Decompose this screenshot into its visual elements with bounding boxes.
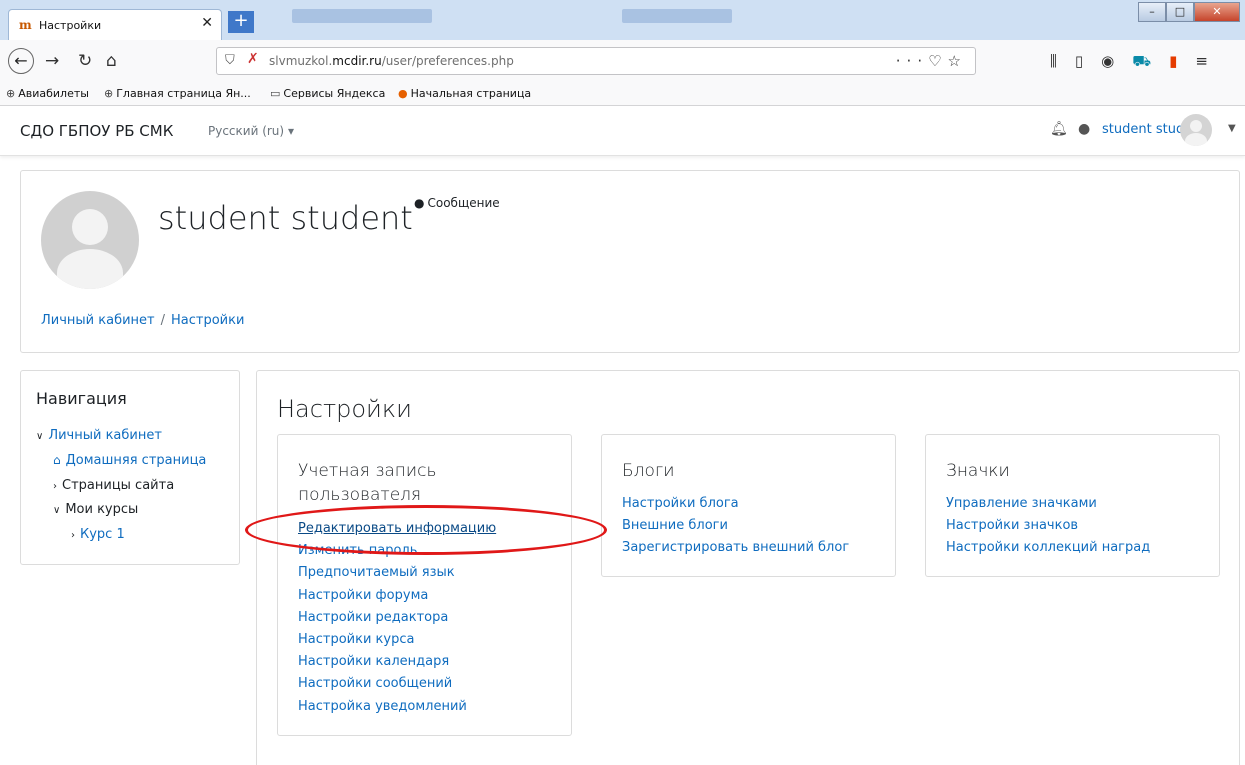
minimize-icon[interactable]: –	[1138, 2, 1166, 22]
messages-icon[interactable]: ●	[1078, 121, 1090, 137]
library-icon[interactable]: ⫼	[1050, 52, 1057, 72]
browser-tab-bar: m Настройки ✕ + – □ ✕	[0, 0, 1245, 41]
pocket-icon[interactable]: ♡	[928, 52, 947, 70]
moodle-favicon-icon: m	[19, 18, 32, 32]
cart-icon[interactable]: ⛟	[1132, 52, 1151, 72]
tab-close-icon[interactable]: ✕	[201, 15, 213, 31]
flag-extension-icon[interactable]: ▮	[1169, 52, 1177, 72]
firefox-icon: ●	[398, 87, 408, 100]
toolbar-extensions: ⫼ ▯ ◉ ⛟ ▮ ≡	[1050, 52, 1208, 72]
backpack-settings-link[interactable]: Настройки коллекций наград	[946, 537, 1150, 559]
browser-toolbar: ← → ↻ ⌂ ⛉ ✗ slvmuzkol.mcdir.ru/user/pref…	[0, 40, 1245, 82]
register-external-blog-link[interactable]: Зарегистрировать внешний блог	[622, 537, 849, 559]
maximize-icon[interactable]: □	[1166, 2, 1194, 22]
more-actions-icon[interactable]: ···	[896, 52, 928, 70]
user-avatar	[41, 191, 139, 289]
background-tab[interactable]	[622, 9, 732, 23]
page-header: student student ● Сообщение Личный кабине…	[20, 170, 1240, 353]
card-title: Блоги	[622, 461, 675, 481]
editor-preferences-link[interactable]: Настройки редактора	[298, 607, 496, 629]
chevron-down-icon: ∨	[53, 505, 61, 516]
account-icon[interactable]: ◉	[1101, 52, 1114, 72]
main-region: Настройки Учетная запись пользователя Ре…	[256, 370, 1240, 765]
message-button[interactable]: ● Сообщение	[414, 196, 500, 210]
breadcrumb-item[interactable]: Настройки	[171, 313, 244, 328]
notification-bell-icon[interactable]: 🔔︎	[1050, 121, 1068, 137]
home-icon[interactable]: ⌂	[106, 51, 117, 71]
user-full-name: student student	[158, 199, 413, 237]
site-header: СДО ГБПОУ РБ СМК Русский (ru) ▾ 🔔︎ ● stu…	[0, 106, 1245, 156]
message-preferences-link[interactable]: Настройки сообщений	[298, 673, 496, 695]
window-controls: – □ ✕	[1138, 2, 1240, 24]
preferences-card-blogs: Блоги Настройки блога Внешние блоги Заре…	[601, 434, 896, 577]
globe-icon: ⊕	[6, 87, 16, 100]
navigation-block: Навигация ∨ Личный кабинет ⌂ Домашняя стра…	[20, 370, 240, 565]
url-text[interactable]: slvmuzkol.mcdir.ru/user/preferences.php	[269, 54, 514, 68]
preferred-language-link[interactable]: Предпочитаемый язык	[298, 562, 496, 584]
chevron-right-icon: ›	[71, 530, 75, 541]
folder-icon: ▭	[270, 87, 281, 100]
home-icon: ⌂	[53, 453, 61, 467]
course-preferences-link[interactable]: Настройки курса	[298, 629, 496, 651]
forum-preferences-link[interactable]: Настройки форума	[298, 585, 496, 607]
tab-title: Настройки	[39, 19, 102, 32]
card-links: Настройки блога Внешние блоги Зарегистри…	[622, 493, 849, 560]
browser-tab-active[interactable]: m Настройки ✕	[8, 9, 222, 41]
preferences-card-badges: Значки Управление значками Настройки зна…	[925, 434, 1220, 577]
breadcrumb: Личный кабинет / Настройки	[41, 313, 244, 328]
chevron-down-icon: ▾	[287, 124, 294, 138]
background-tab[interactable]	[292, 9, 432, 23]
breadcrumb-separator: /	[160, 313, 165, 328]
nav-item-site-pages[interactable]: › Страницы сайта	[53, 478, 174, 493]
bookmark-item[interactable]: ⊕ Авиабилеты	[6, 87, 89, 100]
window-close-icon[interactable]: ✕	[1194, 2, 1240, 22]
change-password-link[interactable]: Изменить пароль	[298, 540, 496, 562]
chevron-right-icon: ›	[53, 481, 57, 492]
bookmark-item[interactable]: ● Начальная страница	[398, 87, 531, 100]
globe-icon: ⊕	[104, 87, 114, 100]
nav-item-dashboard[interactable]: ∨ Личный кабинет	[36, 428, 162, 443]
bookmarks-toolbar: ⊕ Авиабилеты ⊕ Главная страница Ян... ▭ Сер…	[0, 82, 1245, 106]
calendar-preferences-link[interactable]: Настройки календаря	[298, 651, 496, 673]
edit-profile-link[interactable]: Редактировать информацию	[298, 518, 496, 540]
sidebar-icon[interactable]: ▯	[1075, 52, 1083, 72]
avatar[interactable]	[1180, 114, 1212, 146]
bookmark-item[interactable]: ⊕ Главная страница Ян...	[104, 87, 251, 100]
preferences-card-account: Учетная запись пользователя Редактироват…	[277, 434, 572, 736]
chevron-down-icon: ∨	[36, 431, 44, 442]
bookmark-item[interactable]: ▭ Сервисы Яндекса	[270, 87, 385, 100]
reload-icon[interactable]: ↻	[78, 51, 92, 71]
navigation-title: Навигация	[36, 389, 127, 408]
nav-item-home[interactable]: ⌂ Домашняя страница	[53, 453, 206, 468]
blog-preferences-link[interactable]: Настройки блога	[622, 493, 849, 515]
comment-icon: ●	[414, 196, 425, 210]
breadcrumb-item[interactable]: Личный кабинет	[41, 313, 155, 328]
manage-badges-link[interactable]: Управление значками	[946, 493, 1150, 515]
card-title: Учетная запись пользователя	[298, 461, 437, 505]
nav-item-course[interactable]: › Курс 1	[71, 527, 125, 542]
card-title: Значки	[946, 461, 1010, 481]
card-links: Управление значками Настройки значков На…	[946, 493, 1150, 560]
new-tab-button[interactable]: +	[228, 11, 254, 33]
bookmark-star-icon[interactable]: ☆	[948, 52, 967, 70]
external-blogs-link[interactable]: Внешние блоги	[622, 515, 849, 537]
tracking-shield-icon[interactable]: ⛉	[225, 53, 235, 68]
menu-icon[interactable]: ≡	[1195, 52, 1208, 72]
page-actions: ···♡☆	[896, 52, 967, 70]
back-arrow-icon[interactable]: ←	[8, 48, 34, 74]
notification-preferences-link[interactable]: Настройка уведомлений	[298, 696, 496, 718]
card-links: Редактировать информацию Изменить пароль…	[298, 518, 496, 718]
user-menu-caret-icon[interactable]: ▼	[1228, 123, 1236, 134]
page-title: Настройки	[277, 395, 412, 423]
insecure-lock-icon[interactable]: ✗	[247, 51, 259, 67]
nav-item-my-courses[interactable]: ∨ Мои курсы	[53, 502, 138, 517]
url-bar[interactable]: ⛉ ✗ slvmuzkol.mcdir.ru/user/preferences.…	[216, 47, 976, 75]
site-name[interactable]: СДО ГБПОУ РБ СМК	[20, 122, 173, 140]
badge-preferences-link[interactable]: Настройки значков	[946, 515, 1150, 537]
forward-arrow-icon[interactable]: →	[45, 51, 59, 71]
language-menu[interactable]: Русский (ru) ▾	[208, 124, 294, 138]
